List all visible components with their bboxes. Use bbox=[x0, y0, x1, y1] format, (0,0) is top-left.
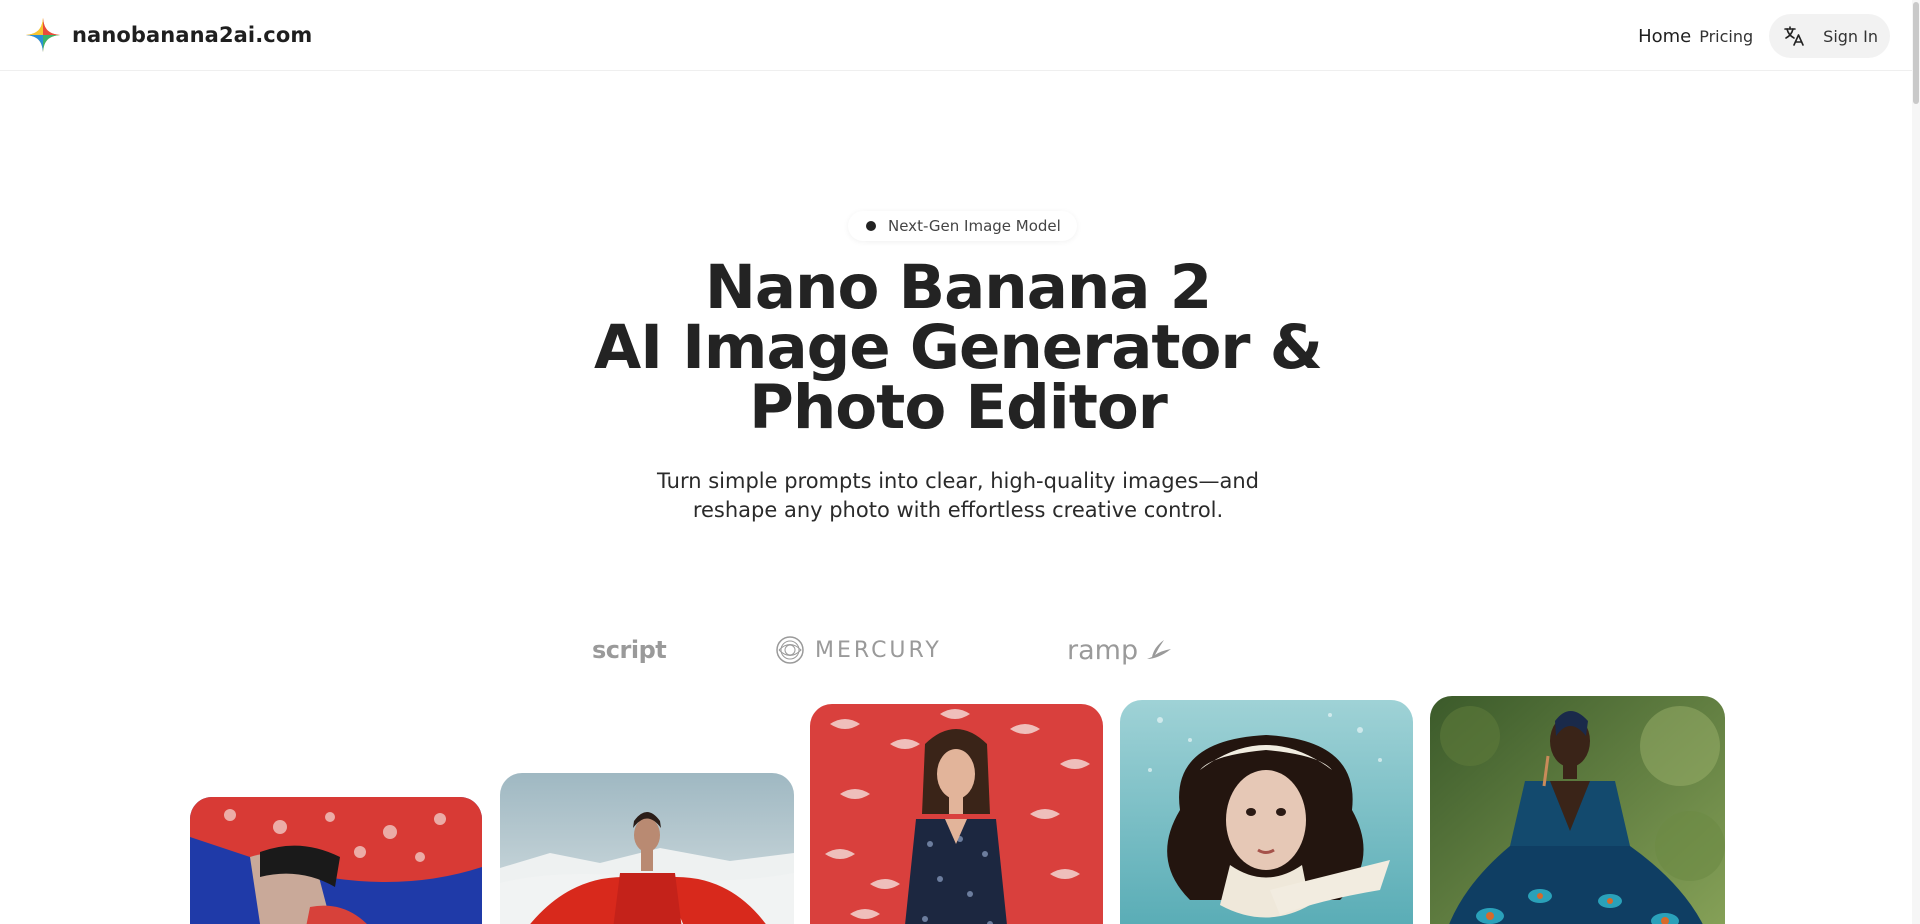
nav-pricing-link[interactable]: Pricing bbox=[1699, 27, 1753, 46]
sign-in-button[interactable]: Sign In bbox=[1823, 27, 1878, 46]
site-header: nanobanana2ai.com Home Pricing Sign In bbox=[0, 0, 1920, 71]
logo-script-text: script bbox=[592, 636, 667, 664]
main-nav: Home Pricing Sign In bbox=[1638, 14, 1890, 58]
gallery-image-blue-dress[interactable] bbox=[810, 704, 1103, 924]
ramp-leaf-icon bbox=[1147, 640, 1172, 659]
gallery-image-underwater[interactable] bbox=[1120, 700, 1413, 924]
site-name: nanobanana2ai.com bbox=[72, 23, 313, 47]
model-badge: Next-Gen Image Model bbox=[848, 211, 1077, 241]
hero-subtitle-line: Turn simple prompts into clear, high-qua… bbox=[657, 469, 1259, 493]
partner-logos: script MERCURY ramp bbox=[580, 626, 1340, 674]
badge-label: Next-Gen Image Model bbox=[888, 217, 1061, 235]
scrollbar-thumb[interactable] bbox=[1913, 2, 1919, 104]
hero-subtitle-line: reshape any photo with effortless creati… bbox=[692, 498, 1224, 522]
gallery-image-hat[interactable] bbox=[190, 797, 482, 924]
logo-script: script bbox=[592, 626, 667, 674]
logo-mercury-text: MERCURY bbox=[815, 637, 942, 663]
hero-title: Nano Banana 2 AI Image Generator & Photo… bbox=[460, 252, 1456, 443]
hero-title-line: AI Image Generator & bbox=[594, 312, 1323, 383]
hero-title-line: Photo Editor bbox=[749, 372, 1168, 443]
brand-link[interactable]: nanobanana2ai.com bbox=[24, 16, 312, 54]
hero-subtitle: Turn simple prompts into clear, high-qua… bbox=[560, 467, 1356, 525]
four-point-sparkle-icon bbox=[25, 17, 61, 53]
logo-mercury: MERCURY bbox=[775, 626, 942, 674]
nav-home-link[interactable]: Home bbox=[1638, 26, 1691, 47]
mercury-emblem-icon bbox=[776, 636, 804, 664]
logo-ramp: ramp bbox=[1067, 626, 1174, 674]
logo-ramp-text: ramp bbox=[1067, 634, 1139, 666]
gallery-image-red-feathers[interactable] bbox=[500, 773, 794, 924]
gallery-image-peacock-gown[interactable] bbox=[1430, 696, 1725, 924]
page-scrollbar[interactable] bbox=[1912, 0, 1920, 924]
translate-icon[interactable] bbox=[1779, 21, 1809, 51]
hero-title-line: Nano Banana 2 bbox=[704, 252, 1212, 323]
badge-dot-icon bbox=[866, 221, 876, 231]
account-pill: Sign In bbox=[1769, 14, 1890, 58]
